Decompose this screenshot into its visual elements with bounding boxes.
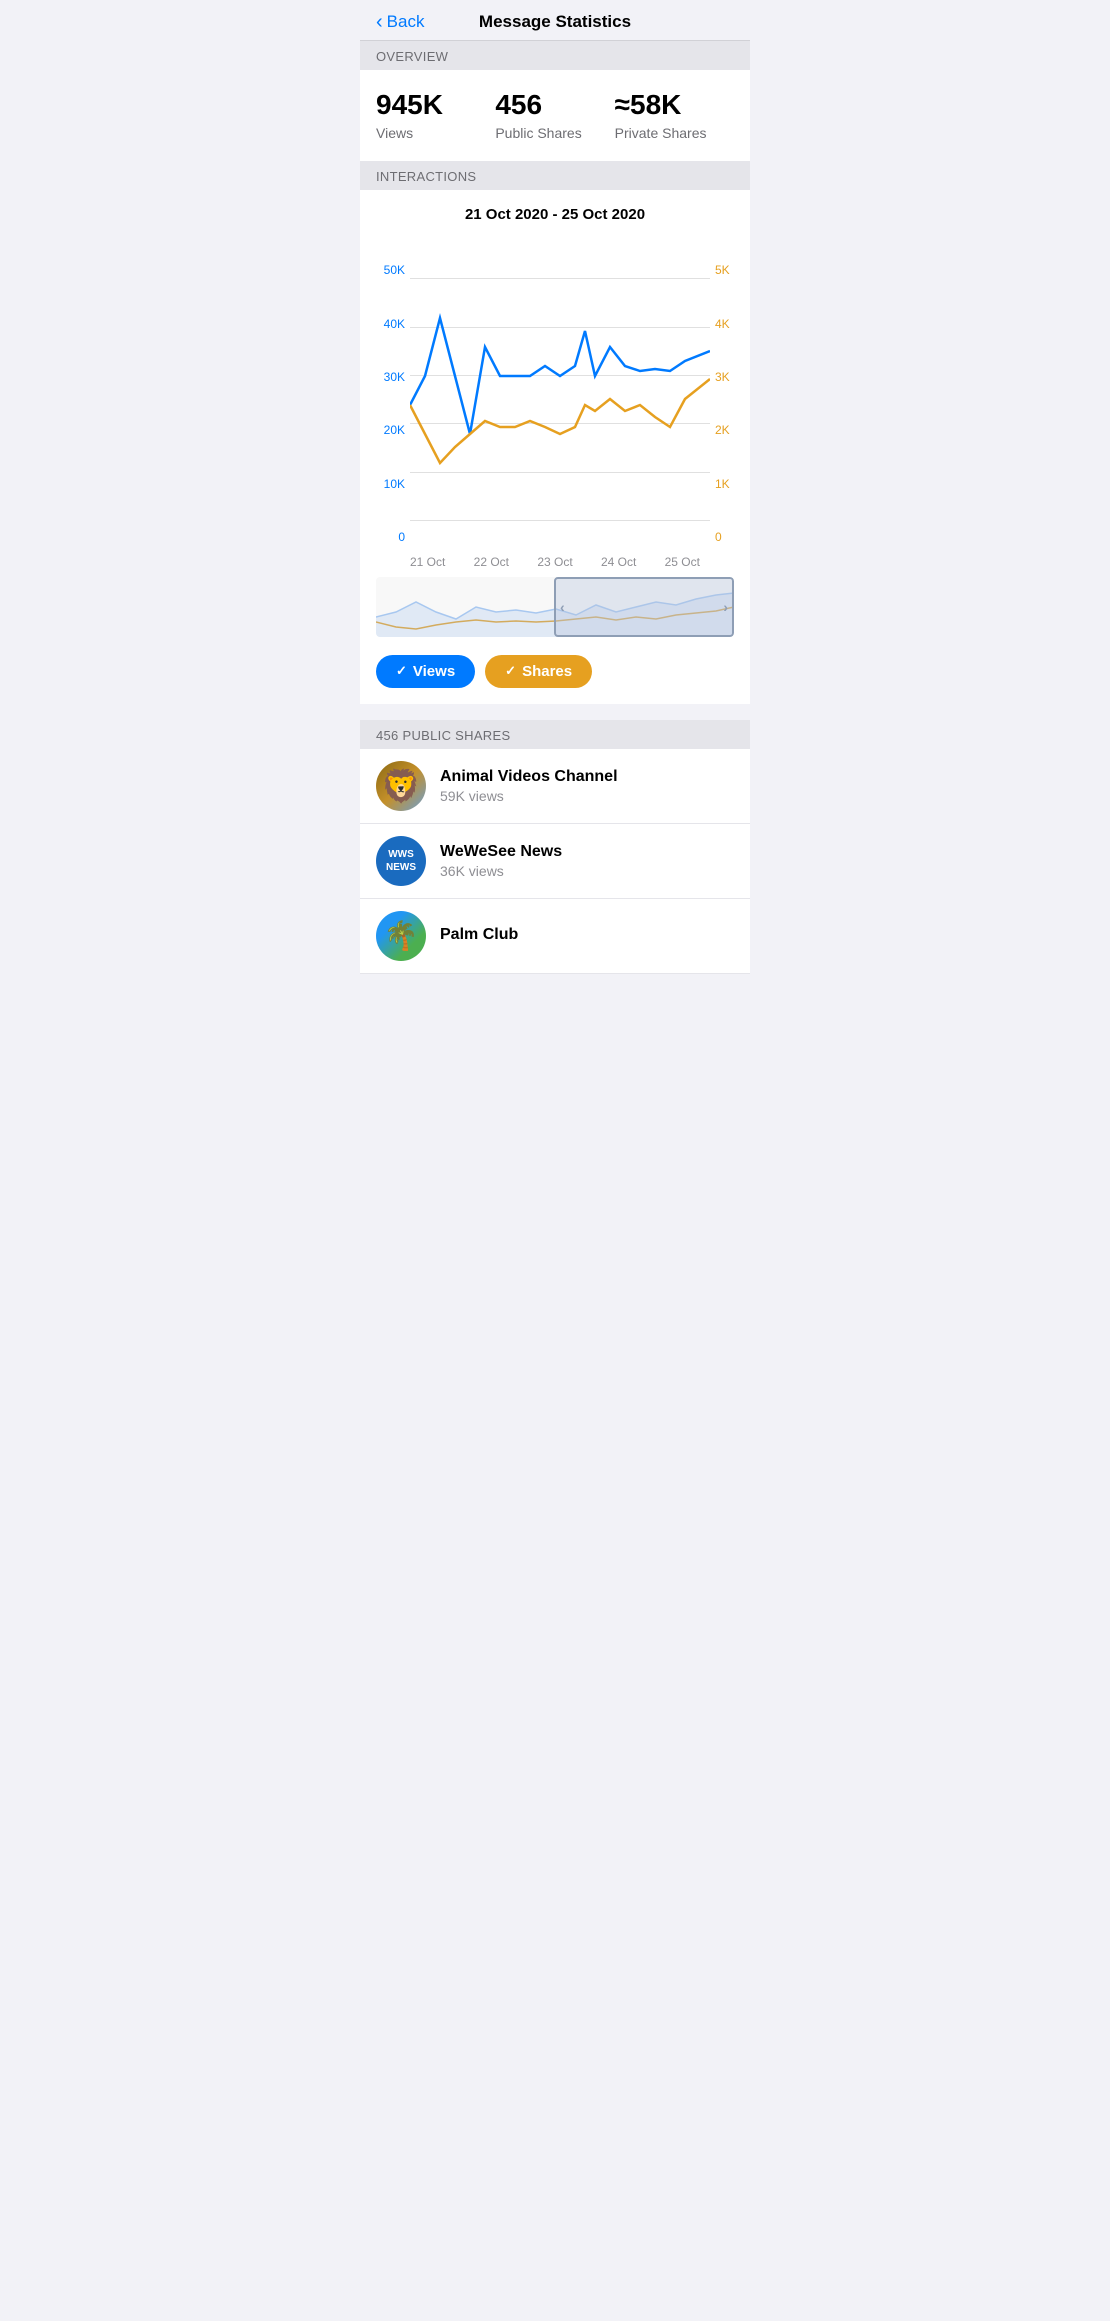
x-label-25: 25 Oct [665, 555, 700, 569]
shares-toggle-button[interactable]: ✓ Shares [485, 655, 592, 688]
channel-list: 🦁 Animal Videos Channel 59K views WWSNEW… [360, 749, 750, 974]
channel-name: Animal Videos Channel [440, 768, 734, 786]
orange-line [410, 379, 710, 463]
overview-stats: 945K Views 456 Public Shares ≈58K Privat… [360, 70, 750, 161]
x-label-22: 22 Oct [474, 555, 509, 569]
news-avatar-text: WWSNEWS [386, 848, 416, 874]
private-shares-stat: ≈58K Private Shares [615, 90, 734, 141]
list-item[interactable]: 🌴 Palm Club [360, 899, 750, 974]
mini-nav-right-icon[interactable]: › [723, 599, 728, 615]
blue-line [410, 318, 710, 434]
y-left-20k: 20K [360, 423, 405, 437]
y-right-0: 0 [715, 530, 750, 544]
interactions-section: 21 Oct 2020 - 25 Oct 2020 50K 40K 30K 20… [360, 190, 750, 704]
y-left-50k: 50K [360, 263, 405, 277]
views-toggle-button[interactable]: ✓ Views [376, 655, 475, 688]
page-title: Message Statistics [479, 12, 631, 32]
x-label-21: 21 Oct [410, 555, 445, 569]
channel-info: WeWeSee News 36K views [440, 843, 734, 879]
channel-name: Palm Club [440, 926, 734, 944]
public-shares-label: Public Shares [495, 125, 614, 141]
toggle-buttons: ✓ Views ✓ Shares [360, 645, 750, 692]
avatar: 🦁 [376, 761, 426, 811]
channel-name: WeWeSee News [440, 843, 734, 861]
avatar: WWSNEWS [376, 836, 426, 886]
list-item[interactable]: 🦁 Animal Videos Channel 59K views [360, 749, 750, 824]
back-label: Back [387, 12, 425, 32]
y-left-0: 0 [360, 530, 405, 544]
y-right-4k: 4K [715, 317, 750, 331]
y-right-5k: 5K [715, 263, 750, 277]
shares-section: 456 PUBLIC SHARES 🦁 Animal Videos Channe… [360, 720, 750, 974]
shares-toggle-label: Shares [522, 663, 572, 680]
back-chevron-icon: ‹ [376, 12, 383, 32]
palm-icon: 🌴 [384, 922, 419, 950]
y-right-2k: 2K [715, 423, 750, 437]
back-button[interactable]: ‹ Back [376, 12, 424, 32]
x-labels: 21 Oct 22 Oct 23 Oct 24 Oct 25 Oct [360, 551, 750, 569]
x-label-23: 23 Oct [537, 555, 572, 569]
y-left-40k: 40K [360, 317, 405, 331]
channel-info: Palm Club [440, 926, 734, 946]
views-stat: 945K Views [376, 90, 495, 141]
y-right-3k: 3K [715, 370, 750, 384]
channel-views: 36K views [440, 863, 734, 879]
public-shares-value: 456 [495, 90, 614, 121]
channel-views: 59K views [440, 788, 734, 804]
shares-section-label: 456 PUBLIC SHARES [360, 720, 750, 749]
channel-info: Animal Videos Channel 59K views [440, 768, 734, 804]
private-shares-label: Private Shares [615, 125, 734, 141]
mini-chart[interactable]: ‹ › [376, 577, 734, 637]
chart-svg [410, 231, 710, 521]
y-left-30k: 30K [360, 370, 405, 384]
x-label-24: 24 Oct [601, 555, 636, 569]
overview-section-label: OVERVIEW [360, 41, 750, 70]
shares-check-icon: ✓ [505, 663, 516, 679]
header: ‹ Back Message Statistics [360, 0, 750, 41]
chart-title: 21 Oct 2020 - 25 Oct 2020 [360, 190, 750, 231]
avatar: 🌴 [376, 911, 426, 961]
views-value: 945K [376, 90, 495, 121]
lion-icon: 🦁 [381, 770, 421, 802]
private-shares-value: ≈58K [615, 90, 734, 121]
main-chart-area: 50K 40K 30K 20K 10K 0 5K 4K 3K 2K 1K 0 [360, 231, 750, 551]
list-item[interactable]: WWSNEWS WeWeSee News 36K views [360, 824, 750, 899]
mini-chart-selection[interactable]: ‹ › [554, 577, 734, 637]
mini-nav-left-icon[interactable]: ‹ [560, 599, 565, 615]
y-left-10k: 10K [360, 477, 405, 491]
views-check-icon: ✓ [396, 663, 407, 679]
views-label: Views [376, 125, 495, 141]
views-toggle-label: Views [413, 663, 455, 680]
y-right-1k: 1K [715, 477, 750, 491]
interactions-section-label: INTERACTIONS [360, 161, 750, 190]
public-shares-stat: 456 Public Shares [495, 90, 614, 141]
